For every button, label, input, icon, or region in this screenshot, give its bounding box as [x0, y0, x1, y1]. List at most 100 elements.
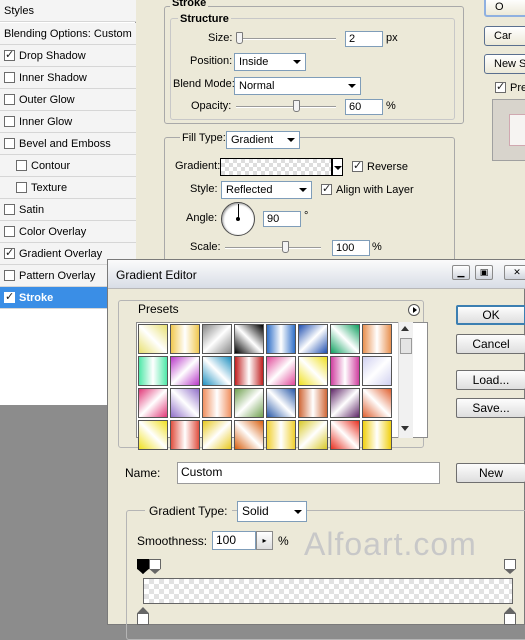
- gradient-preview[interactable]: [220, 158, 332, 176]
- style-item-inner-glow[interactable]: Inner Glow: [0, 111, 136, 133]
- preset-swatch[interactable]: [298, 388, 328, 418]
- style-item-bevel-and-emboss[interactable]: Bevel and Emboss: [0, 133, 136, 155]
- preset-swatch[interactable]: [202, 388, 232, 418]
- ok-button[interactable]: OK: [456, 305, 525, 325]
- size-slider-track[interactable]: [236, 38, 336, 40]
- preset-swatch[interactable]: [138, 420, 168, 450]
- styles-header[interactable]: Styles: [0, 0, 136, 22]
- scale-slider-thumb[interactable]: [282, 241, 289, 253]
- preset-swatch[interactable]: [330, 420, 360, 450]
- align-with-layer-checkbox[interactable]: [321, 182, 332, 195]
- opacity-stop-fill: [505, 560, 515, 569]
- opacity-input[interactable]: 60: [345, 99, 383, 115]
- gradient-type-select[interactable]: Solid: [237, 501, 307, 522]
- preset-swatch[interactable]: [170, 388, 200, 418]
- style-item-inner-shadow[interactable]: Inner Shadow: [0, 67, 136, 89]
- opacity-slider-track[interactable]: [236, 106, 336, 108]
- preset-swatch[interactable]: [362, 388, 392, 418]
- ok-button[interactable]: O: [484, 0, 525, 17]
- new-button[interactable]: New: [456, 463, 525, 483]
- smoothness-stepper[interactable]: ▸: [256, 531, 273, 550]
- style-item-color-overlay[interactable]: Color Overlay: [0, 221, 136, 243]
- preset-swatch[interactable]: [266, 420, 296, 450]
- blend-mode-select[interactable]: Normal: [234, 77, 361, 95]
- scroll-thumb[interactable]: [400, 338, 412, 354]
- style-item-texture[interactable]: Texture: [0, 177, 136, 199]
- gradient-label: Gradient:: [175, 160, 221, 172]
- preset-swatch[interactable]: [298, 324, 328, 354]
- style-checkbox[interactable]: [4, 226, 15, 237]
- angle-input[interactable]: 90: [263, 211, 301, 227]
- new-style-button[interactable]: New S: [484, 54, 525, 74]
- style-checkbox[interactable]: [4, 138, 15, 149]
- gradient-editor-titlebar[interactable]: Gradient Editor ▁ ▣ ✕: [108, 260, 525, 289]
- preset-swatch[interactable]: [330, 324, 360, 354]
- preset-swatch[interactable]: [170, 356, 200, 386]
- scale-slider-track[interactable]: [225, 247, 321, 249]
- style-checkbox[interactable]: [4, 270, 15, 281]
- style-checkbox[interactable]: [4, 246, 15, 259]
- cancel-button[interactable]: Cancel: [456, 334, 525, 354]
- style-checkbox[interactable]: [16, 160, 27, 171]
- fill-type-value: Gradient: [231, 134, 274, 146]
- preset-swatch[interactable]: [234, 356, 264, 386]
- preset-swatch[interactable]: [362, 324, 392, 354]
- style-checkbox[interactable]: [4, 94, 15, 105]
- preset-swatch[interactable]: [298, 356, 328, 386]
- close-icon[interactable]: ✕: [504, 265, 525, 280]
- position-select[interactable]: Inside: [234, 53, 306, 71]
- preset-swatch[interactable]: [234, 324, 264, 354]
- preset-swatch[interactable]: [362, 420, 392, 450]
- preset-swatch[interactable]: [266, 356, 296, 386]
- style-item-drop-shadow[interactable]: Drop Shadow: [0, 45, 136, 67]
- size-slider-thumb[interactable]: [236, 32, 243, 44]
- preset-swatch[interactable]: [202, 420, 232, 450]
- name-input[interactable]: Custom: [177, 462, 440, 484]
- preview-checkbox[interactable]: [495, 80, 506, 93]
- size-input[interactable]: 2: [345, 31, 383, 47]
- scroll-up-icon[interactable]: [401, 326, 409, 331]
- preset-swatch[interactable]: [170, 324, 200, 354]
- maximize-icon[interactable]: ▣: [475, 265, 493, 280]
- minimize-icon[interactable]: ▁: [452, 265, 470, 280]
- gradient-dropdown[interactable]: [332, 158, 343, 176]
- style-checkbox[interactable]: [4, 290, 15, 303]
- presets-menu-icon[interactable]: [408, 304, 420, 316]
- style-checkbox[interactable]: [4, 48, 15, 61]
- smoothness-input[interactable]: 100: [212, 531, 256, 550]
- preset-swatch[interactable]: [266, 388, 296, 418]
- style-checkbox[interactable]: [4, 116, 15, 127]
- opacity-slider-thumb[interactable]: [293, 100, 300, 112]
- scale-input[interactable]: 100: [332, 240, 370, 256]
- style-select[interactable]: Reflected: [221, 181, 312, 199]
- preset-swatch[interactable]: [138, 324, 168, 354]
- preset-swatch[interactable]: [202, 356, 232, 386]
- preset-swatch[interactable]: [138, 388, 168, 418]
- preset-swatch[interactable]: [170, 420, 200, 450]
- blending-options-item[interactable]: Blending Options: Custom: [0, 23, 136, 45]
- scroll-down-icon[interactable]: [401, 426, 409, 431]
- preset-swatch[interactable]: [362, 356, 392, 386]
- angle-dial[interactable]: [221, 202, 255, 236]
- preset-swatch[interactable]: [234, 420, 264, 450]
- preset-swatch[interactable]: [298, 420, 328, 450]
- preset-swatch[interactable]: [266, 324, 296, 354]
- preset-swatch[interactable]: [330, 356, 360, 386]
- load-button[interactable]: Load...: [456, 370, 525, 390]
- presets-scrollbar[interactable]: [398, 322, 413, 438]
- style-item-contour[interactable]: Contour: [0, 155, 136, 177]
- reverse-checkbox[interactable]: [352, 159, 363, 172]
- cancel-button[interactable]: Car: [484, 26, 525, 46]
- style-checkbox[interactable]: [16, 182, 27, 193]
- style-item-satin[interactable]: Satin: [0, 199, 136, 221]
- preset-swatch[interactable]: [202, 324, 232, 354]
- preset-swatch[interactable]: [330, 388, 360, 418]
- save-button[interactable]: Save...: [456, 398, 525, 418]
- preset-swatch[interactable]: [138, 356, 168, 386]
- style-checkbox[interactable]: [4, 204, 15, 215]
- fill-type-select[interactable]: Gradient: [226, 131, 300, 149]
- style-item-outer-glow[interactable]: Outer Glow: [0, 89, 136, 111]
- style-checkbox[interactable]: [4, 72, 15, 83]
- preset-swatch[interactable]: [234, 388, 264, 418]
- gradient-bar[interactable]: [143, 578, 513, 604]
